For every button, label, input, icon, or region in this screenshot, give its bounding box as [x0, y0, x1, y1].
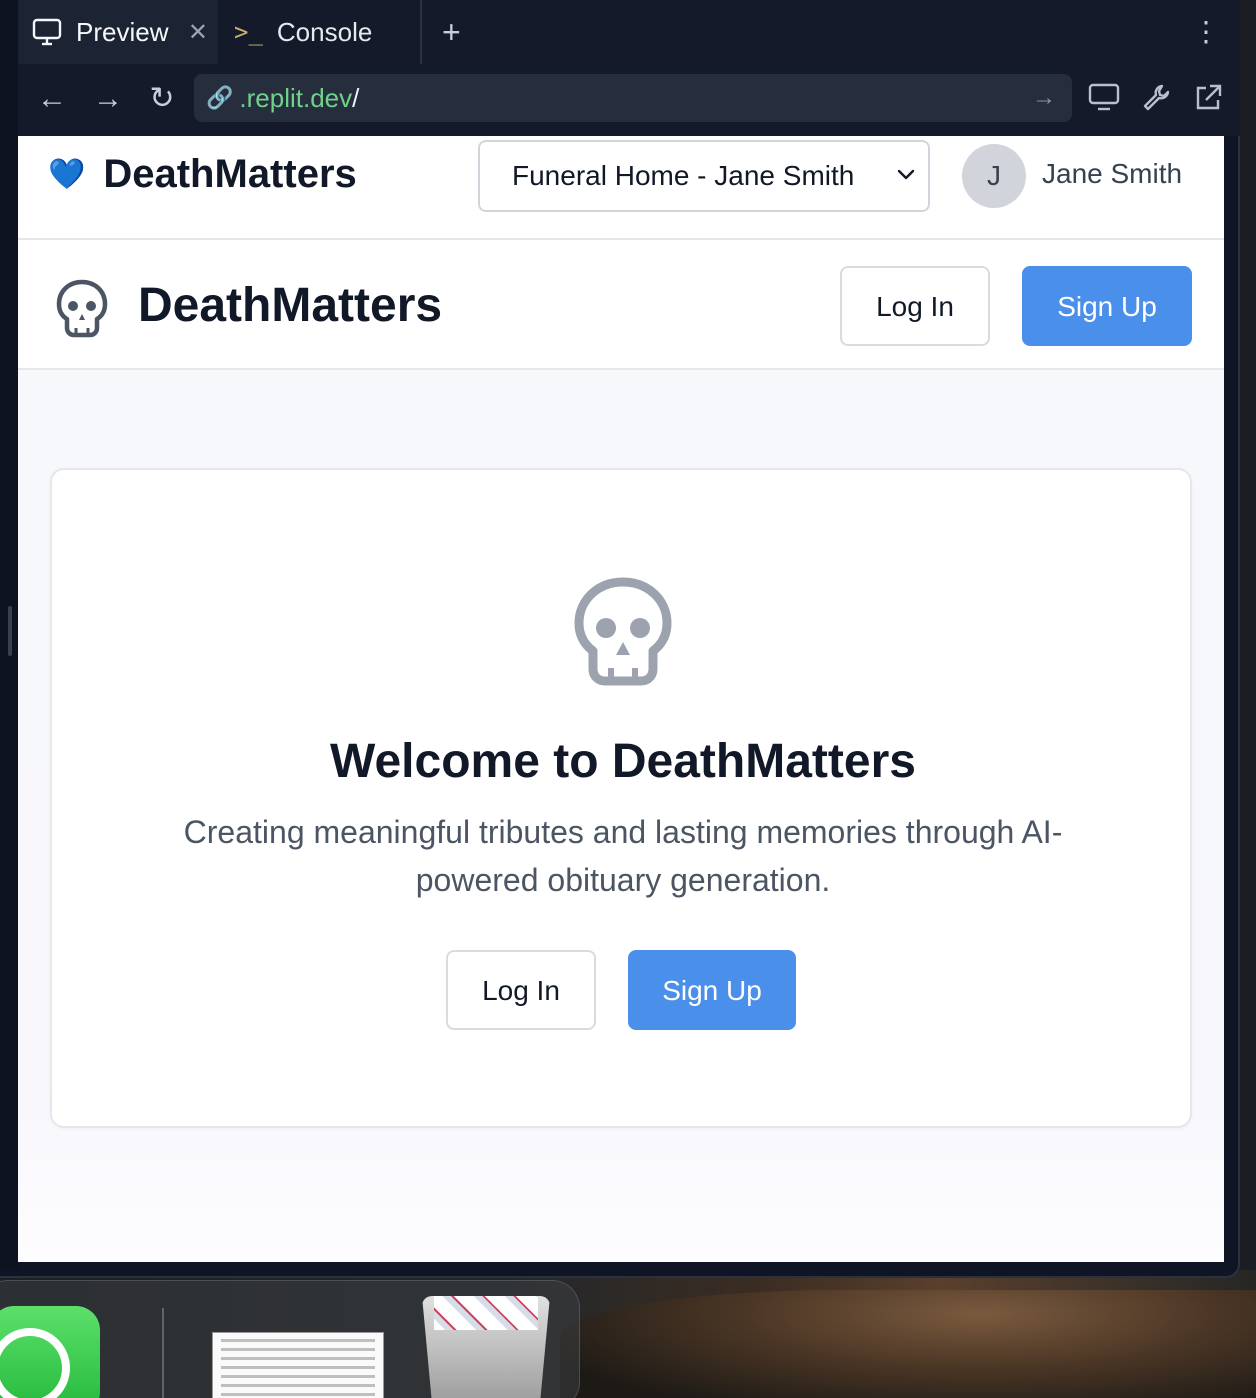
tab-label: Console: [276, 16, 373, 47]
wrench-icon[interactable]: [1138, 82, 1174, 118]
resize-handle[interactable]: [8, 606, 12, 656]
header-signup-button[interactable]: Sign Up: [1022, 266, 1192, 346]
tab-preview[interactable]: Preview ✕: [18, 0, 218, 64]
open-external-icon[interactable]: [1190, 82, 1226, 118]
browser-navbar: ← → ↻ 🔗 .replit.dev / →: [18, 64, 1240, 136]
signup-button[interactable]: Sign Up: [628, 950, 796, 1030]
app-topbar: 💙 DeathMatters Funeral Home - Jane Smith…: [18, 136, 1224, 240]
skull-icon: [574, 577, 672, 686]
tab-label: Preview: [76, 16, 169, 47]
chevron-down-icon: [897, 169, 915, 180]
tab-divider: [420, 0, 422, 64]
left-panel-edge: [0, 0, 18, 1270]
more-options-icon[interactable]: ⋮: [1192, 16, 1220, 48]
login-button[interactable]: Log In: [446, 950, 596, 1030]
terminal-icon: >_: [234, 18, 263, 46]
forward-arrow-icon[interactable]: →: [90, 82, 126, 118]
user-name[interactable]: Jane Smith: [1042, 158, 1182, 190]
site-header: DeathMatters Log In Sign Up: [18, 242, 1224, 370]
document-thumbnail-dock-icon[interactable]: [212, 1332, 384, 1398]
skull-icon: [56, 279, 108, 338]
welcome-heading: Welcome to DeathMatters: [330, 735, 916, 788]
add-tab-icon[interactable]: +: [442, 14, 461, 50]
url-host: .replit.dev: [239, 82, 353, 113]
reload-icon[interactable]: ↻: [144, 82, 180, 118]
close-icon[interactable]: ✕: [188, 18, 208, 47]
role-select[interactable]: Funeral Home - Jane Smith: [478, 140, 930, 212]
dock-separator: [162, 1308, 164, 1398]
avatar[interactable]: J: [962, 144, 1026, 208]
main-content: Welcome to DeathMatters Creating meaning…: [18, 372, 1224, 1262]
monitor-icon: [32, 18, 62, 46]
desktop-wallpaper-hill: [560, 1290, 1256, 1398]
tab-bar: Preview ✕ >_ Console + ⋮: [18, 0, 1240, 64]
go-arrow-icon[interactable]: →: [1032, 84, 1056, 112]
link-icon: 🔗: [206, 85, 234, 110]
url-bar[interactable]: 🔗 .replit.dev / →: [194, 74, 1072, 122]
blue-heart-icon: 💙: [48, 158, 86, 191]
back-arrow-icon[interactable]: ←: [34, 82, 70, 118]
whatsapp-dock-icon[interactable]: [0, 1306, 100, 1398]
devices-icon[interactable]: [1086, 82, 1122, 118]
replit-window: Preview ✕ >_ Console + ⋮ ← → ↻ 🔗 .replit…: [0, 0, 1240, 1278]
header-login-button[interactable]: Log In: [840, 266, 990, 346]
welcome-card: Welcome to DeathMatters Creating meaning…: [50, 468, 1192, 1128]
trash-dock-icon[interactable]: [422, 1296, 550, 1398]
topbar-brand[interactable]: 💙 DeathMatters: [48, 152, 357, 197]
welcome-tagline: Creating meaningful tributes and lasting…: [183, 814, 1063, 898]
brand-name: DeathMatters: [103, 152, 357, 196]
role-select-value: Funeral Home - Jane Smith: [512, 160, 855, 191]
app-viewport: 💙 DeathMatters Funeral Home - Jane Smith…: [18, 136, 1224, 1262]
site-title: DeathMatters: [138, 279, 443, 332]
tab-console[interactable]: >_ Console: [220, 0, 420, 64]
url-path: /: [352, 82, 360, 113]
